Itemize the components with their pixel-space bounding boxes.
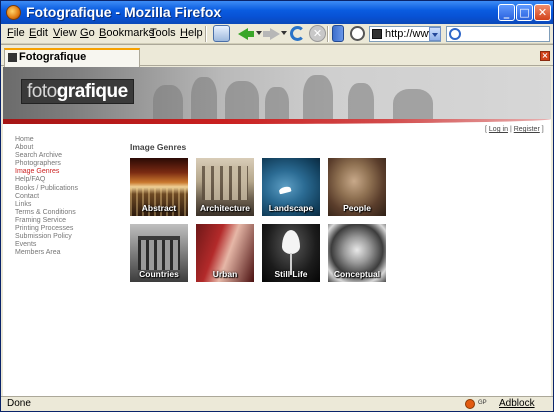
tab-favicon — [8, 53, 17, 62]
side-navigation: Home About Search Archive Photographers … — [15, 136, 78, 257]
firefox-icon — [6, 5, 21, 20]
gp-label: GP — [478, 400, 487, 406]
menu-edit[interactable]: Edit — [29, 27, 48, 39]
site-favicon — [372, 29, 382, 39]
nav-contact[interactable]: Contact — [15, 193, 78, 201]
logo-text-bold: grafique — [56, 81, 128, 102]
toolbar-separator — [205, 26, 207, 42]
logo-text-light: foto — [27, 81, 57, 102]
back-dropdown-icon[interactable] — [256, 31, 262, 35]
genre-label: Countries — [139, 269, 179, 279]
tab-label: Fotografique — [19, 51, 87, 63]
menu-bookmarks[interactable]: Bookmarks — [99, 27, 154, 39]
genre-tile-architecture[interactable]: Architecture — [196, 158, 254, 216]
nav-members-area[interactable]: Members Area — [15, 249, 78, 257]
close-button[interactable]: ✕ — [534, 4, 551, 21]
register-link[interactable]: Register — [514, 126, 540, 133]
window-title: Fotografique - Mozilla Firefox — [26, 4, 222, 20]
status-text: Done — [7, 398, 31, 409]
menu-help[interactable]: Help — [180, 27, 203, 39]
title-bar[interactable]: Fotografique - Mozilla Firefox _ □ ✕ — [1, 1, 553, 24]
status-bar: Done GP Adblock — [1, 396, 553, 411]
menu-go[interactable]: Go — [80, 27, 95, 39]
menu-file[interactable]: File — [7, 27, 25, 39]
genre-tile-abstract[interactable]: Abstract — [130, 158, 188, 216]
genre-tile-people[interactable]: People — [328, 158, 386, 216]
nav-printing-processes[interactable]: Printing Processes — [15, 225, 78, 233]
gp-icon[interactable] — [465, 399, 475, 409]
site-banner: fotografique — [3, 67, 551, 119]
nav-framing-service[interactable]: Framing Service — [15, 217, 78, 225]
forward-dropdown-icon[interactable] — [281, 31, 287, 35]
menu-view[interactable]: View — [53, 27, 77, 39]
adblock-button[interactable]: Adblock — [499, 398, 535, 409]
genre-tile-conceptual[interactable]: Conceptual — [328, 224, 386, 282]
reload-icon[interactable] — [290, 26, 305, 41]
login-link[interactable]: Log in — [489, 126, 508, 133]
genre-label: Urban — [212, 269, 238, 279]
stop-icon[interactable]: ✕ — [309, 25, 326, 42]
genre-label: Abstract — [141, 203, 177, 213]
search-engine-icon[interactable] — [449, 28, 461, 40]
nav-search-archive[interactable]: Search Archive — [15, 152, 78, 160]
tab-strip: Fotografique × — [1, 44, 553, 67]
page-content: fotografique [ Log in | Register ] Home … — [3, 67, 551, 396]
site-logo[interactable]: fotografique — [21, 79, 134, 104]
page-title: Image Genres — [130, 142, 187, 152]
nav-about[interactable]: About — [15, 144, 78, 152]
mail-icon[interactable] — [213, 25, 230, 42]
toolbar-separator — [327, 26, 329, 42]
minimize-button[interactable]: _ — [498, 4, 515, 21]
genre-label: Landscape — [268, 203, 314, 213]
browser-window: Fotografique - Mozilla Firefox _ □ ✕ Fil… — [0, 0, 554, 412]
nav-image-genres[interactable]: Image Genres — [15, 168, 78, 176]
url-dropdown-button[interactable] — [429, 27, 441, 41]
genre-label: Still Life — [274, 269, 308, 279]
search-box[interactable] — [446, 26, 550, 42]
bookmark-icon[interactable] — [332, 25, 344, 42]
nav-terms-conditions[interactable]: Terms & Conditions — [15, 209, 78, 217]
nav-events[interactable]: Events — [15, 241, 78, 249]
nav-home[interactable]: Home — [15, 136, 78, 144]
menu-bar: File Edit View Go Bookmarks Tools Help ✕… — [1, 24, 553, 44]
genre-label: Conceptual — [333, 269, 381, 279]
genre-tile-landscape[interactable]: Landscape — [262, 158, 320, 216]
account-links: [ Log in | Register ] — [485, 126, 544, 133]
genre-label: Architecture — [199, 203, 251, 213]
forward-icon[interactable] — [263, 25, 280, 42]
banner-accent-line — [3, 119, 551, 124]
genre-tile-countries[interactable]: Countries — [130, 224, 188, 282]
nav-submission-policy[interactable]: Submission Policy — [15, 233, 78, 241]
nav-books-publications[interactable]: Books / Publications — [15, 185, 78, 193]
back-icon[interactable] — [238, 25, 255, 42]
genre-label: People — [343, 203, 371, 213]
maximize-button[interactable]: □ — [516, 4, 533, 21]
nav-photographers[interactable]: Photographers — [15, 160, 78, 168]
genre-tile-urban[interactable]: Urban — [196, 224, 254, 282]
genre-tile-still-life[interactable]: Still Life — [262, 224, 320, 282]
close-tab-icon[interactable]: × — [540, 51, 550, 61]
nav-links[interactable]: Links — [15, 201, 78, 209]
tab-fotografique[interactable]: Fotografique — [4, 48, 140, 67]
history-icon[interactable] — [350, 26, 365, 41]
nav-help-faq[interactable]: Help/FAQ — [15, 176, 78, 184]
menu-tools[interactable]: Tools — [150, 27, 176, 39]
